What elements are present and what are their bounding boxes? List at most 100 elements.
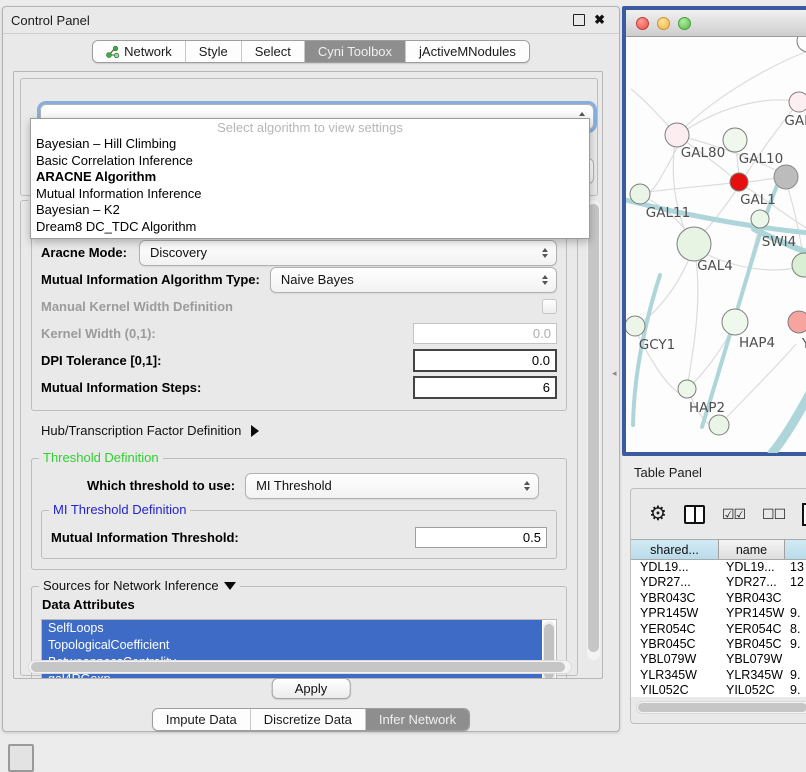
- network-node[interactable]: [774, 165, 798, 189]
- network-icon: [106, 46, 119, 58]
- dropdown-item[interactable]: Dream8 DC_TDC Algorithm: [31, 219, 589, 236]
- dpi-tolerance-field[interactable]: 0.0: [413, 349, 557, 372]
- table-row[interactable]: YDL19...YDL19...13: [631, 560, 806, 575]
- settings-vertical-scrollbar[interactable]: [587, 200, 600, 660]
- cell: YIL052C: [631, 683, 719, 697]
- list-item[interactable]: SelfLoops: [42, 620, 542, 637]
- cell: YER054C: [631, 622, 719, 637]
- collapse-arrow-icon[interactable]: [224, 582, 236, 590]
- node-label: SWI4: [762, 234, 797, 250]
- dropdown-item[interactable]: Bayesian – Hill Climbing: [31, 136, 589, 153]
- tab-infer-network[interactable]: Infer Network: [366, 709, 469, 730]
- cell: YDR27...: [719, 575, 785, 590]
- column-header[interactable]: [785, 540, 806, 559]
- column-header[interactable]: name: [719, 540, 785, 559]
- network-view-window: GAL GAL80 GAL10 GAL1 GAL11 SWI4 GAL4 GCY…: [622, 6, 806, 456]
- group-title: Threshold Definition: [39, 450, 163, 465]
- node-label: GAL4: [697, 258, 733, 274]
- list-item[interactable]: TopologicalCoefficient: [42, 637, 542, 654]
- network-node[interactable]: [723, 128, 747, 152]
- tab-impute-data[interactable]: Impute Data: [153, 709, 251, 730]
- network-node[interactable]: [792, 253, 806, 277]
- network-node[interactable]: [709, 415, 729, 435]
- table-row[interactable]: YLR345WYLR345W9.: [631, 668, 806, 683]
- network-canvas[interactable]: GAL GAL80 GAL10 GAL1 GAL11 SWI4 GAL4 GCY…: [626, 37, 806, 453]
- network-node[interactable]: [677, 227, 711, 261]
- dropdown-item[interactable]: ARACNE Algorithm: [31, 169, 589, 186]
- unselect-all-columns-icon[interactable]: ☐☐: [762, 506, 785, 523]
- mi-algorithm-type-combobox[interactable]: Naive Bayes: [270, 267, 557, 293]
- mi-steps-field[interactable]: 6: [413, 376, 557, 399]
- node-label: GAL: [784, 113, 806, 129]
- aracne-mode-combobox[interactable]: Discovery: [139, 240, 557, 266]
- table-row[interactable]: YBR045CYBR045C9.: [631, 637, 806, 652]
- splitter-arrow-icon[interactable]: ◂: [612, 368, 617, 379]
- gear-icon[interactable]: ⚙: [649, 504, 667, 524]
- table-row[interactable]: YBL079WYBL079W: [631, 652, 806, 667]
- node-table: shared... name YDL19...YDL19...13 YDR27.…: [631, 539, 806, 697]
- manual-kernel-width-checkbox[interactable]: [542, 299, 557, 314]
- network-node[interactable]: [789, 92, 806, 112]
- network-graph: GAL GAL80 GAL10 GAL1 GAL11 SWI4 GAL4 GCY…: [626, 37, 806, 453]
- minimize-traffic-light-icon[interactable]: [657, 17, 670, 30]
- float-window-icon[interactable]: [573, 14, 585, 26]
- cell: [785, 591, 806, 606]
- tab-label: Impute Data: [166, 712, 237, 727]
- network-node[interactable]: [665, 123, 689, 147]
- tab-network[interactable]: Network: [93, 41, 186, 62]
- combo-value: Discovery: [140, 245, 536, 260]
- tab-label: Network: [124, 44, 172, 59]
- kernel-width-field[interactable]: 0.0: [413, 323, 557, 344]
- column-header[interactable]: shared...: [631, 540, 719, 559]
- minimized-panel-icon[interactable]: [8, 744, 34, 772]
- which-threshold-label: Which threshold to use:: [87, 478, 235, 493]
- dropdown-item[interactable]: Basic Correlation Inference: [31, 153, 589, 170]
- mi-threshold-definition-group: MI Threshold Definition Mutual Informati…: [41, 510, 557, 559]
- tab-style[interactable]: Style: [186, 41, 242, 62]
- network-node[interactable]: [630, 184, 650, 204]
- cell: 12: [785, 575, 806, 590]
- table-row[interactable]: YER054CYER054C8.: [631, 622, 806, 637]
- table-row[interactable]: YBR043CYBR043C: [631, 591, 806, 606]
- network-node-selected[interactable]: [730, 173, 748, 191]
- cell: [785, 652, 806, 667]
- dropdown-item[interactable]: Mutual Information Inference: [31, 186, 589, 203]
- tab-select[interactable]: Select: [242, 41, 305, 62]
- network-node[interactable]: [797, 37, 806, 52]
- cell: YBR045C: [719, 637, 785, 652]
- document-icon[interactable]: [802, 503, 806, 526]
- zoom-traffic-light-icon[interactable]: [678, 17, 691, 30]
- tab-cyni-toolbox[interactable]: Cyni Toolbox: [305, 41, 406, 62]
- close-icon[interactable]: ✖: [594, 15, 605, 25]
- split-view-icon[interactable]: [684, 505, 705, 524]
- cell: 13: [785, 560, 806, 575]
- settings-horizontal-scrollbar[interactable]: [28, 660, 572, 674]
- algorithm-definition-group: Algorithm Definition Aracne Mode: Discov…: [31, 223, 567, 411]
- network-node[interactable]: [751, 210, 769, 228]
- cyni-algorithm-settings-group: Cyni Algorithm Settings Algorithm Defini…: [20, 200, 578, 676]
- network-node[interactable]: [626, 316, 645, 336]
- table-row[interactable]: YPR145WYPR145W9.: [631, 606, 806, 621]
- dropdown-item[interactable]: Bayesian – K2: [31, 202, 589, 219]
- node-label: Y: [801, 336, 806, 352]
- cell: YPR145W: [719, 606, 785, 621]
- close-traffic-light-icon[interactable]: [636, 17, 649, 30]
- table-horizontal-scrollbar[interactable]: [636, 701, 806, 714]
- stepper-icon: [518, 481, 538, 491]
- table-row[interactable]: YDR27...YDR27...12: [631, 575, 806, 590]
- cell: YBL079W: [719, 652, 785, 667]
- table-row[interactable]: YIL052CYIL052C9.: [631, 683, 806, 697]
- apply-button[interactable]: Apply: [272, 678, 351, 699]
- network-node[interactable]: [678, 380, 696, 398]
- which-threshold-combobox[interactable]: MI Threshold: [245, 473, 539, 499]
- select-all-columns-icon[interactable]: ☑☑: [722, 506, 745, 523]
- network-node[interactable]: [788, 311, 806, 333]
- control-panel-titlebar: Control Panel ✖: [3, 7, 619, 34]
- network-node[interactable]: [722, 309, 748, 335]
- tab-discretize-data[interactable]: Discretize Data: [251, 709, 366, 730]
- tab-jactivemnodules[interactable]: jActiveMNodules: [406, 41, 529, 62]
- mi-threshold-field[interactable]: 0.5: [415, 527, 547, 548]
- hub-definition-toggle[interactable]: Hub/Transcription Factor Definition: [41, 423, 567, 438]
- node-label: GAL10: [739, 151, 783, 167]
- node-label: HAP2: [689, 400, 725, 416]
